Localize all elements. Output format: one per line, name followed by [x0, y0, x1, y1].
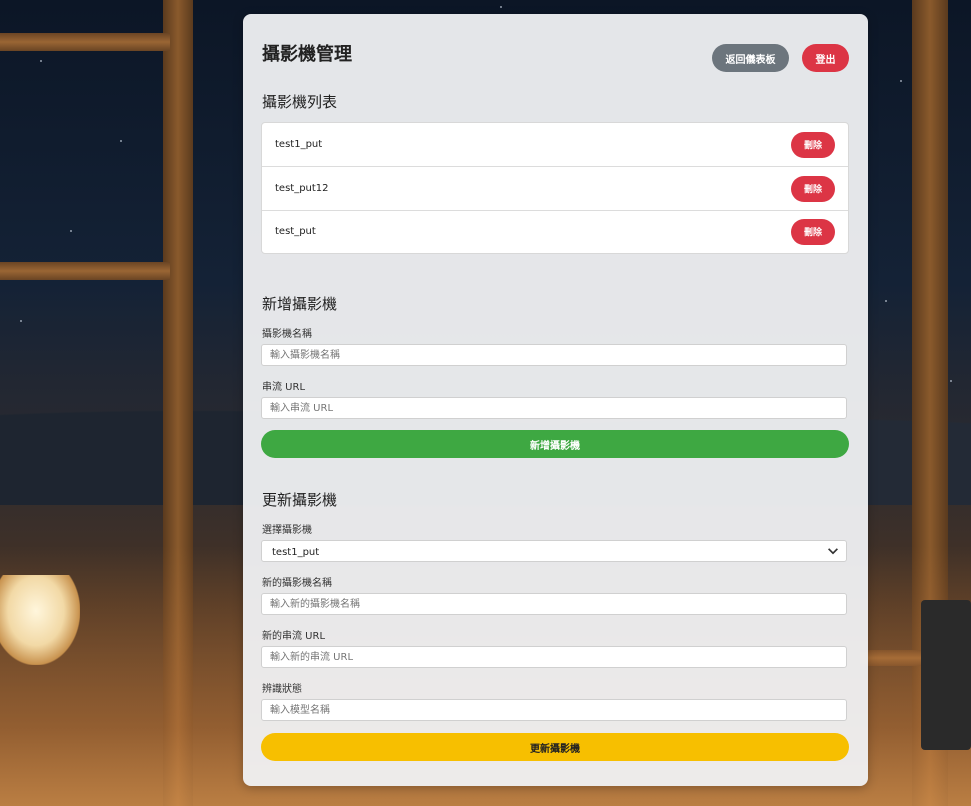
list-item: test_put12 刪除	[262, 167, 848, 211]
delete-button[interactable]: 刪除	[791, 131, 835, 158]
camera-select-value: test1_put	[272, 547, 320, 558]
add-camera-button[interactable]: 新增攝影機	[261, 430, 849, 458]
new-stream-url-label: 新的串流 URL	[262, 631, 326, 642]
update-camera-heading: 更新攝影機	[262, 491, 338, 509]
camera-select[interactable]: test1_put	[261, 540, 847, 562]
new-camera-name-input[interactable]	[261, 593, 847, 615]
delete-button[interactable]: 刪除	[791, 175, 835, 202]
recognition-status-label: 辨識狀態	[262, 684, 302, 695]
camera-name-input[interactable]	[261, 344, 847, 366]
camera-name-label: 攝影機名稱	[262, 329, 312, 340]
update-camera-button[interactable]: 更新攝影機	[261, 733, 849, 761]
camera-name: test_put	[275, 226, 316, 237]
new-stream-url-input[interactable]	[261, 646, 847, 668]
stream-url-label: 串流 URL	[262, 382, 306, 393]
camera-name: test1_put	[275, 139, 323, 150]
page-title: 攝影機管理	[262, 44, 352, 65]
delete-button[interactable]: 刪除	[791, 218, 835, 245]
chevron-down-icon	[828, 548, 838, 555]
model-name-input[interactable]	[261, 699, 847, 721]
back-to-dashboard-button[interactable]: 返回儀表板	[712, 44, 789, 72]
camera-name: test_put12	[275, 183, 329, 194]
select-camera-label: 選擇攝影機	[262, 525, 312, 536]
logout-button[interactable]: 登出	[802, 44, 849, 72]
add-camera-heading: 新增攝影機	[262, 295, 338, 313]
new-camera-name-label: 新的攝影機名稱	[262, 578, 332, 589]
list-item: test1_put 刪除	[262, 123, 848, 167]
camera-list: test1_put 刪除 test_put12 刪除 test_put 刪除	[261, 122, 849, 254]
stream-url-input[interactable]	[261, 397, 847, 419]
camera-list-heading: 攝影機列表	[262, 93, 338, 111]
camera-management-card: 攝影機管理 返回儀表板 登出 攝影機列表 test1_put 刪除 test_p…	[243, 14, 868, 786]
list-item: test_put 刪除	[262, 210, 848, 253]
